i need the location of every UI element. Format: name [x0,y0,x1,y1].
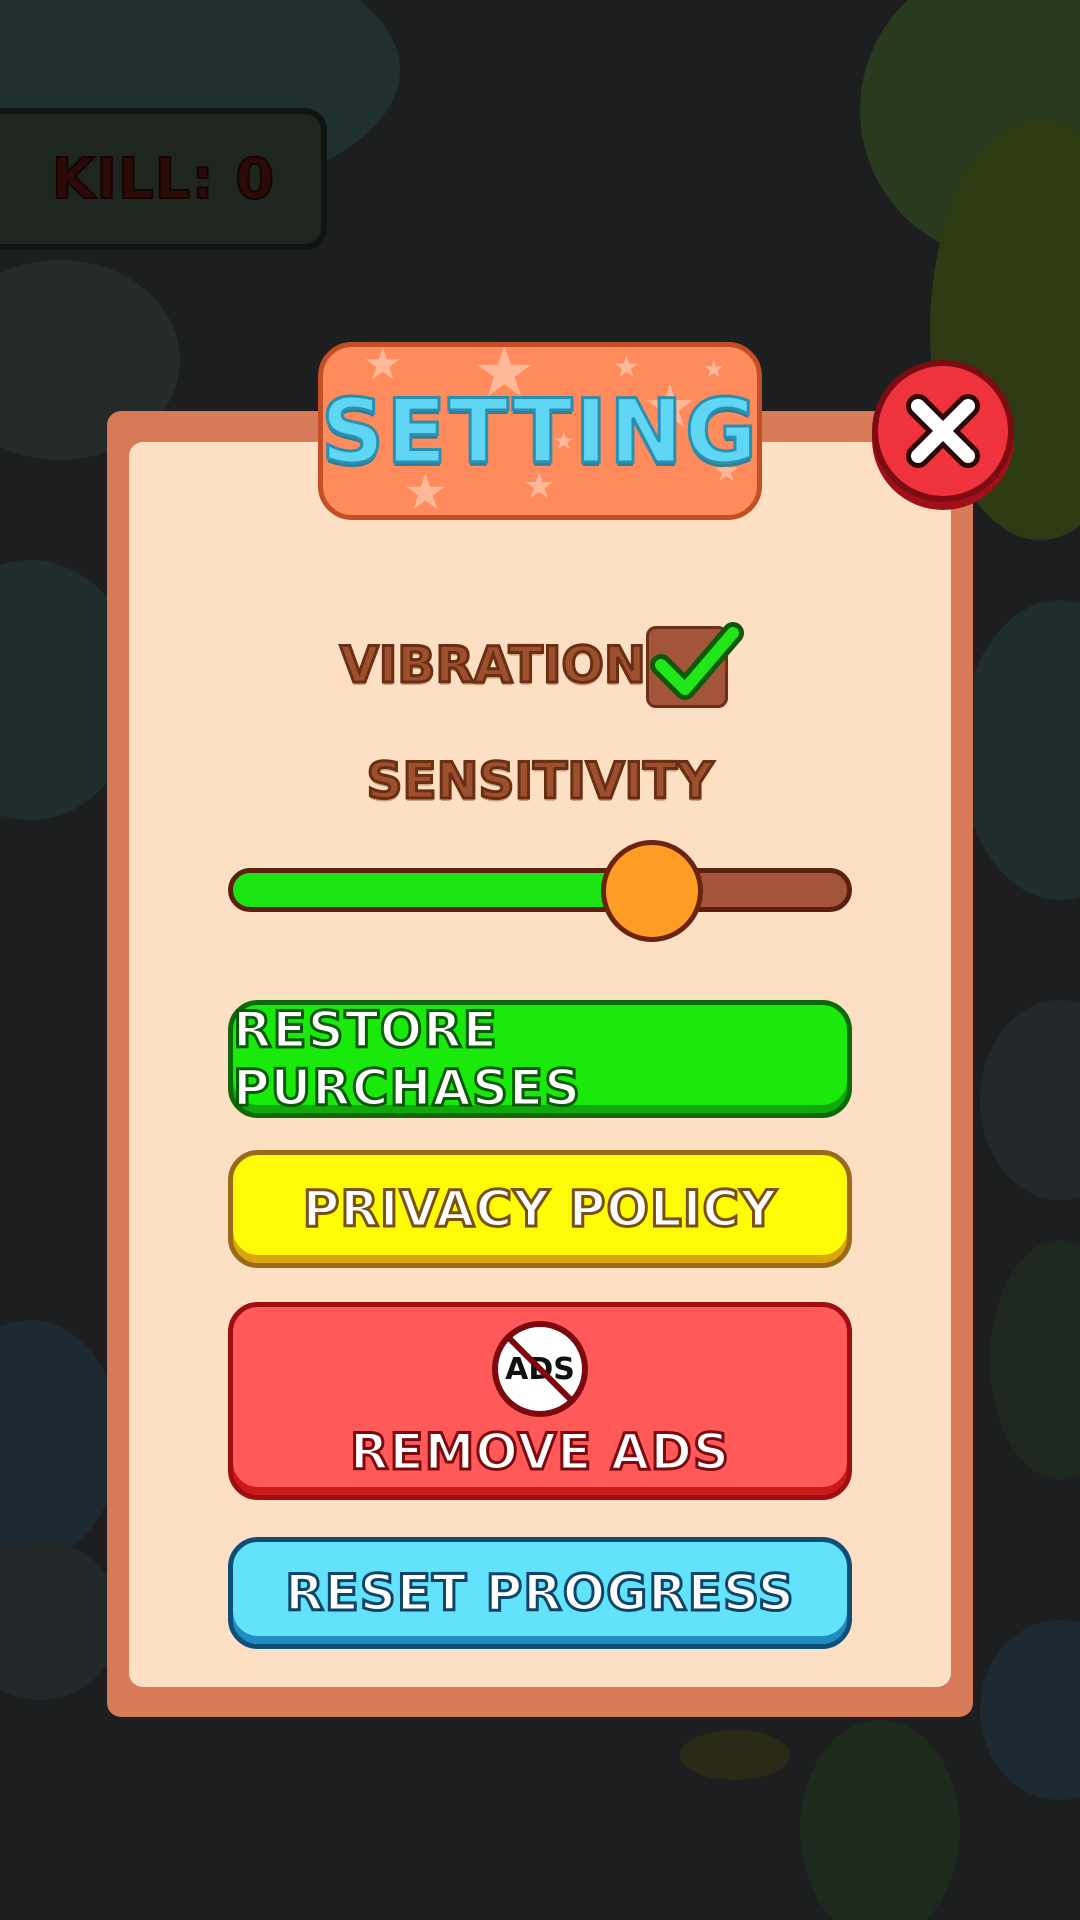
restore-purchases-label: RESTORE PURCHASES [232,1000,582,1119]
kill-counter-text: KILL: 0 [51,146,276,213]
sensitivity-label: SENSITIVITY [365,751,715,812]
checkmark-icon [650,622,744,700]
privacy-policy-label: PRIVACY POLICY [301,1179,778,1240]
kill-counter-panel: KILL: 0 [0,108,327,250]
restore-purchases-button[interactable]: RESTORE PURCHASES [228,1000,852,1119]
reset-progress-button[interactable]: RESET PROGRESS [228,1537,852,1649]
sensitivity-slider-handle[interactable] [601,840,704,942]
vibration-label: VIBRATION [339,635,648,696]
star-icon: ★ [613,350,640,385]
close-x-icon [906,394,980,468]
dialog-title: SETTING [320,378,760,484]
title-banner: ★ ★ ★ ★ ★ ★ ★ ★ ★ ★ SETTING [318,342,762,520]
reset-progress-label: RESET PROGRESS [284,1563,795,1624]
sensitivity-slider[interactable] [228,868,852,912]
privacy-policy-button[interactable]: PRIVACY POLICY [228,1150,852,1268]
star-icon: ★ [703,355,725,383]
remove-ads-button[interactable]: ADS REMOVE ADS [228,1302,852,1500]
no-ads-icon: ADS [492,1321,588,1417]
vibration-checkbox[interactable] [646,622,744,708]
close-button[interactable] [872,360,1014,502]
remove-ads-label: REMOVE ADS [348,1422,731,1483]
sensitivity-fill [233,873,658,907]
